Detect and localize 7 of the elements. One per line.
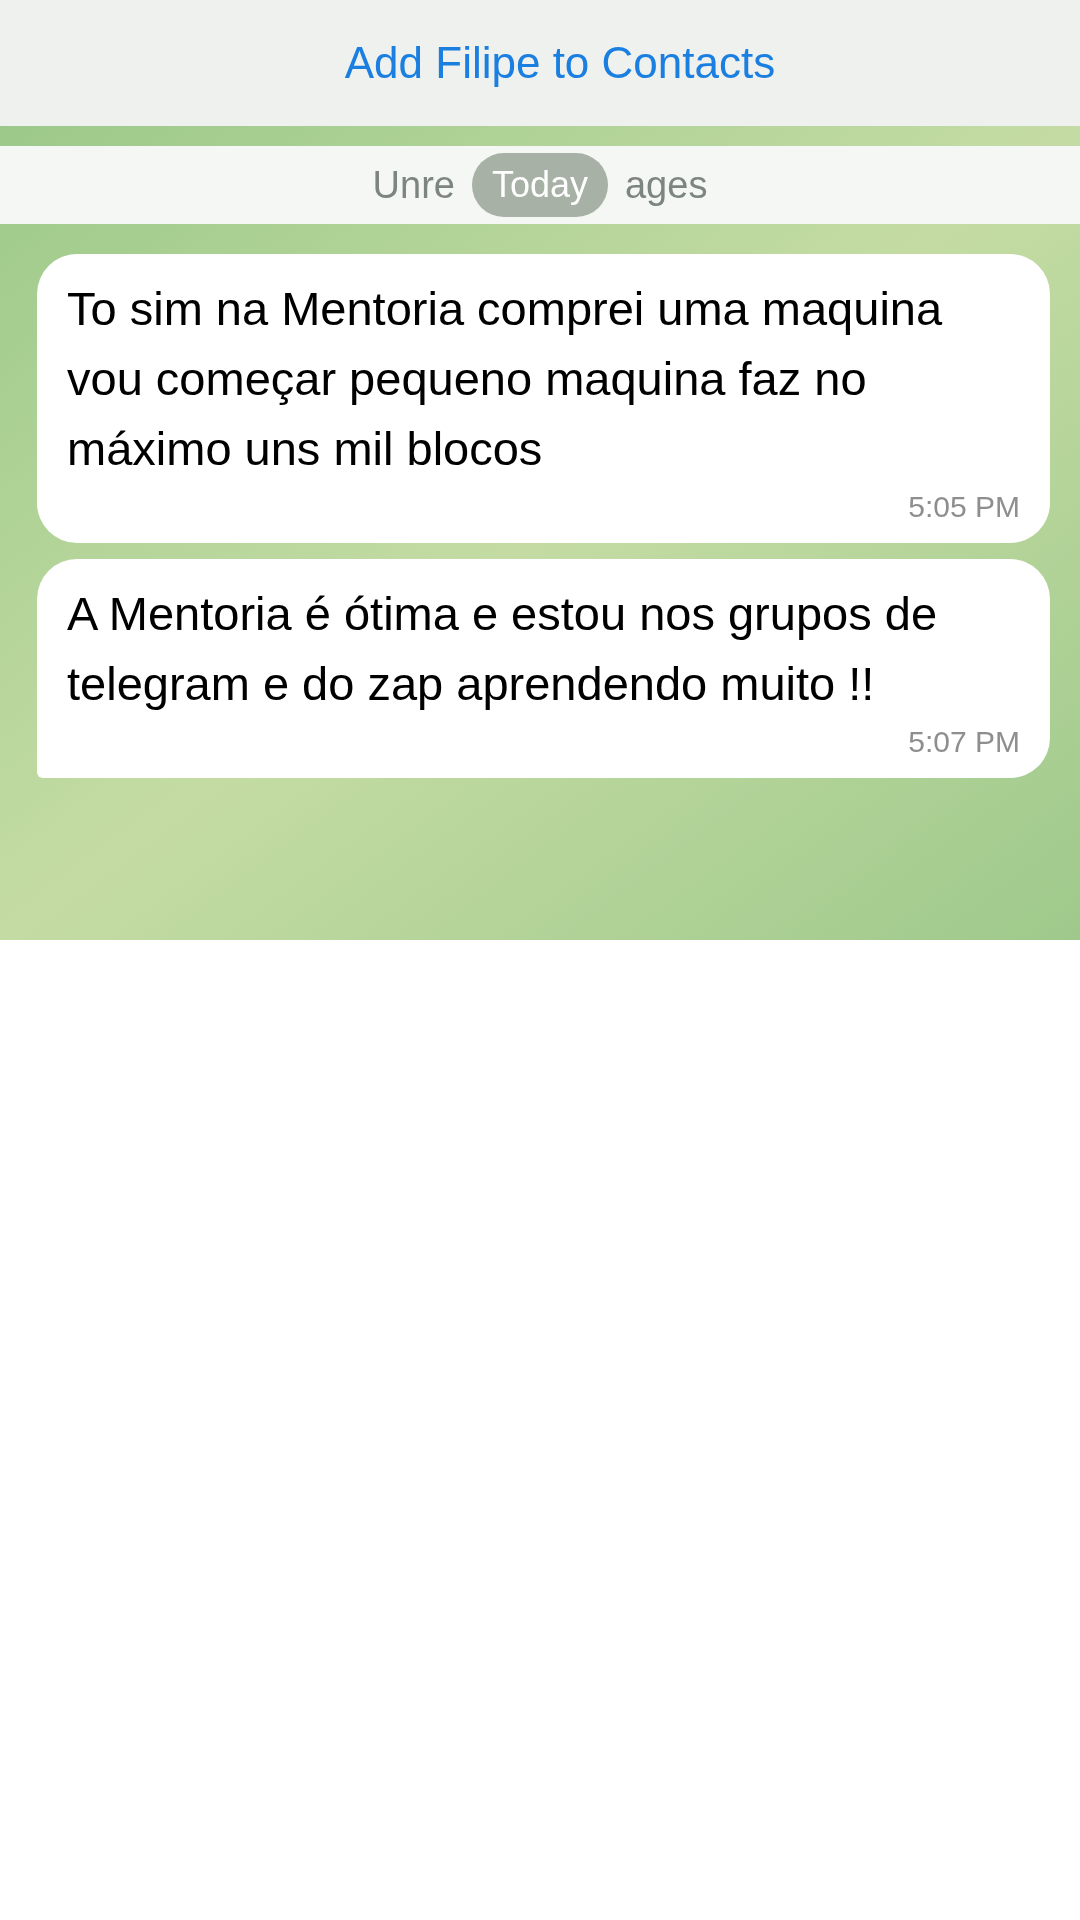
add-contact-button[interactable]: Add Filipe to Contacts (344, 30, 776, 96)
message-time: 5:05 PM (908, 489, 1020, 525)
message-text: To sim na Mentoria comprei uma maquina vou começar pequeno maquina faz no máximo uns mil blocos (67, 281, 944, 477)
banner-text: Unre (372, 162, 455, 208)
message-text: A Mentoria é ótima e estou nos grupos de telegram e do zap aprendendo muito !! (67, 586, 939, 712)
banner-text: ages (625, 162, 708, 208)
message-time: 5:07 PM (908, 724, 1020, 760)
